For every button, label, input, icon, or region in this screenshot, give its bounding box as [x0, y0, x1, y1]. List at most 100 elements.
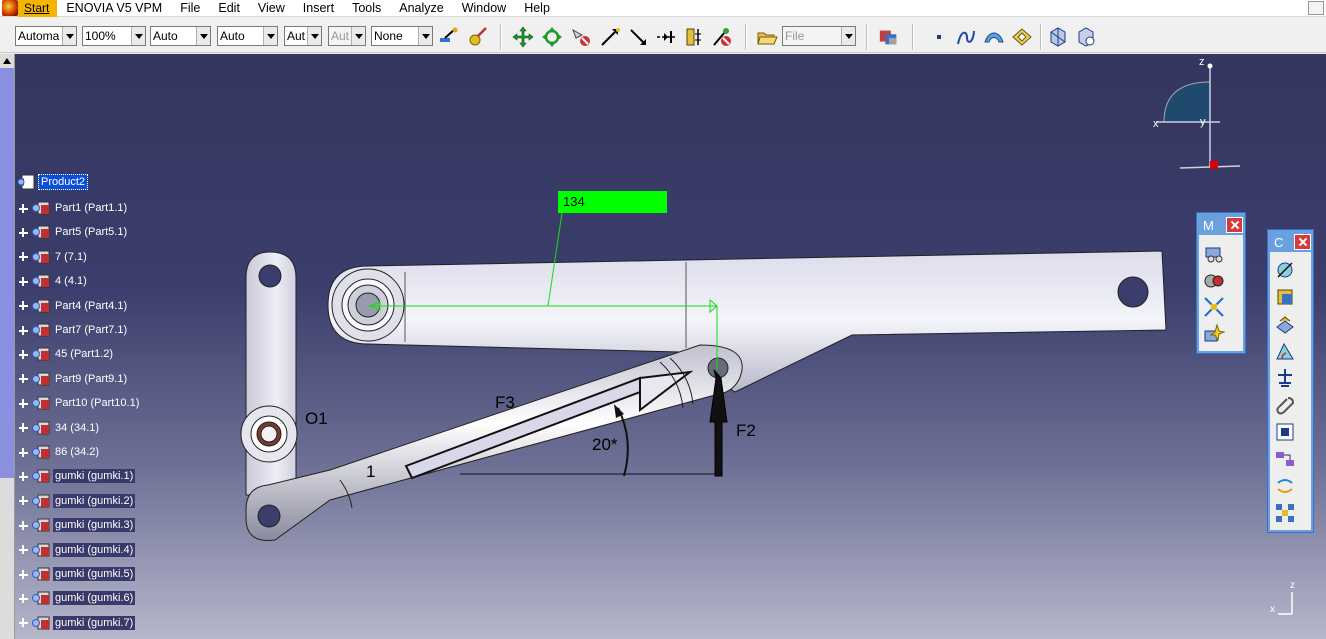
- window-control-button[interactable]: [1308, 1, 1324, 15]
- tree-item-label[interactable]: Part5 (Part5.1): [53, 225, 129, 239]
- offset-constraint-icon[interactable]: [1272, 310, 1298, 337]
- coincidence-constraint-icon[interactable]: [1272, 256, 1298, 283]
- floating-toolbar-m[interactable]: M: [1196, 212, 1246, 354]
- tree-item[interactable]: Part1 (Part1.1): [15, 198, 129, 218]
- fix-component-icon[interactable]: [1272, 364, 1298, 391]
- chevron-down-icon[interactable]: [196, 27, 210, 45]
- tree-item[interactable]: gumki (gumki.5): [15, 564, 136, 584]
- pan-icon[interactable]: [512, 26, 534, 48]
- menu-file[interactable]: File: [171, 0, 209, 17]
- tree-item-label[interactable]: gumki (gumki.4): [53, 542, 136, 557]
- rendering-style-combo[interactable]: None: [371, 26, 433, 46]
- tree-item-label[interactable]: 45 (Part1.2): [53, 347, 115, 361]
- sketch-plane-icon[interactable]: [1011, 26, 1033, 48]
- expand-icon[interactable]: [17, 397, 30, 410]
- expand-icon[interactable]: [17, 568, 30, 581]
- point-type-combo[interactable]: Aut: [284, 26, 322, 46]
- tree-item[interactable]: gumki (gumki.7): [15, 613, 136, 633]
- expand-icon[interactable]: [17, 275, 30, 288]
- tree-item-label[interactable]: Part9 (Part9.1): [53, 372, 129, 386]
- dimension-label[interactable]: 134: [558, 191, 667, 213]
- fly-mode-icon[interactable]: [570, 26, 592, 48]
- scroll-up-icon[interactable]: [3, 58, 11, 64]
- change-constraint-icon[interactable]: [1272, 472, 1298, 499]
- catia-logo-icon[interactable]: [2, 0, 18, 16]
- compass-widget[interactable]: [1150, 58, 1246, 174]
- tree-item[interactable]: gumki (gumki.1): [15, 466, 136, 486]
- expand-icon[interactable]: [17, 470, 30, 483]
- line-type-combo[interactable]: Auto: [217, 26, 278, 46]
- quick-constraint-icon[interactable]: [1272, 418, 1298, 445]
- tree-item-label[interactable]: gumki (gumki.5): [53, 567, 136, 581]
- upper-arm[interactable]: [327, 250, 1167, 393]
- point-icon[interactable]: [928, 26, 950, 48]
- menu-edit[interactable]: Edit: [209, 0, 249, 17]
- tree-item[interactable]: Part4 (Part4.1): [15, 296, 129, 316]
- zoom-out-icon[interactable]: [627, 26, 649, 48]
- rotate-icon[interactable]: [541, 26, 563, 48]
- expand-icon[interactable]: [17, 519, 30, 532]
- tree-item[interactable]: Part5 (Part5.1): [15, 222, 129, 242]
- tree-item-label[interactable]: Part1 (Part1.1): [53, 201, 129, 215]
- stop-clash-icon[interactable]: [1201, 320, 1227, 347]
- tree-item[interactable]: 4 (4.1): [15, 271, 89, 291]
- expand-icon[interactable]: [17, 446, 30, 459]
- expand-icon[interactable]: [17, 348, 30, 361]
- menu-tools[interactable]: Tools: [343, 0, 390, 17]
- chevron-down-icon[interactable]: [841, 27, 855, 45]
- fix-together-icon[interactable]: [1272, 391, 1298, 418]
- expand-icon[interactable]: [17, 226, 30, 239]
- tree-item-label[interactable]: gumki (gumki.1): [53, 469, 136, 484]
- chevron-down-icon[interactable]: [62, 27, 76, 45]
- create-multi-view-icon[interactable]: [683, 26, 705, 48]
- layer-combo[interactable]: Aut: [328, 26, 366, 46]
- left-scrollbar[interactable]: [0, 54, 15, 639]
- reuse-pattern-icon[interactable]: [1272, 499, 1298, 526]
- expand-icon[interactable]: [17, 421, 30, 434]
- snap-icon[interactable]: [1201, 266, 1227, 293]
- tree-item[interactable]: 86 (34.2): [15, 442, 101, 462]
- manipulation-icon[interactable]: [1201, 239, 1227, 266]
- close-icon[interactable]: [1226, 217, 1243, 233]
- tree-item-label[interactable]: 4 (4.1): [53, 274, 89, 288]
- tree-item-label[interactable]: 34 (34.1): [53, 421, 101, 435]
- normal-view-icon[interactable]: [655, 26, 677, 48]
- color-combo[interactable]: Automa: [15, 26, 77, 46]
- expand-icon[interactable]: [17, 372, 30, 385]
- file-combo[interactable]: File: [782, 26, 856, 46]
- chevron-down-icon[interactable]: [418, 27, 432, 45]
- graphic-properties-icon[interactable]: [466, 26, 488, 48]
- assembly-model[interactable]: [0, 54, 1326, 639]
- menu-window[interactable]: Window: [453, 0, 515, 17]
- tree-item[interactable]: gumki (gumki.3): [15, 515, 136, 535]
- hide-show-icon[interactable]: [711, 26, 733, 48]
- explode-icon[interactable]: [1201, 293, 1227, 320]
- tree-item[interactable]: gumki (gumki.4): [15, 540, 136, 560]
- tree-item-label[interactable]: Part4 (Part4.1): [53, 299, 129, 313]
- tree-item[interactable]: 34 (34.1): [15, 418, 101, 438]
- scrollbar-track[interactable]: [0, 68, 14, 478]
- close-icon[interactable]: [1294, 234, 1311, 250]
- transparency-combo[interactable]: 100%: [82, 26, 146, 46]
- menu-view[interactable]: View: [249, 0, 294, 17]
- tree-item-label[interactable]: 7 (7.1): [53, 250, 89, 264]
- chevron-down-icon[interactable]: [263, 27, 277, 45]
- catalog-browser-icon[interactable]: [878, 26, 900, 48]
- expand-icon[interactable]: [17, 616, 30, 629]
- angle-constraint-icon[interactable]: [1272, 337, 1298, 364]
- zoom-in-icon[interactable]: [599, 26, 621, 48]
- tree-item[interactable]: 7 (7.1): [15, 247, 89, 267]
- tree-item-label[interactable]: 86 (34.2): [53, 445, 101, 459]
- menu-help[interactable]: Help: [515, 0, 559, 17]
- format-painter-icon[interactable]: [437, 26, 459, 48]
- tree-item[interactable]: Part10 (Part10.1): [15, 393, 141, 413]
- product-icon[interactable]: [1047, 26, 1069, 48]
- tree-root-label[interactable]: Product2: [38, 174, 89, 190]
- contact-constraint-icon[interactable]: [1272, 283, 1298, 310]
- spline-icon[interactable]: [955, 26, 977, 48]
- tree-item-label[interactable]: Part10 (Part10.1): [53, 396, 141, 410]
- chevron-down-icon[interactable]: [131, 27, 145, 45]
- surface-icon[interactable]: [983, 26, 1005, 48]
- part-icon[interactable]: [1075, 26, 1097, 48]
- tree-item[interactable]: Part7 (Part7.1): [15, 320, 129, 340]
